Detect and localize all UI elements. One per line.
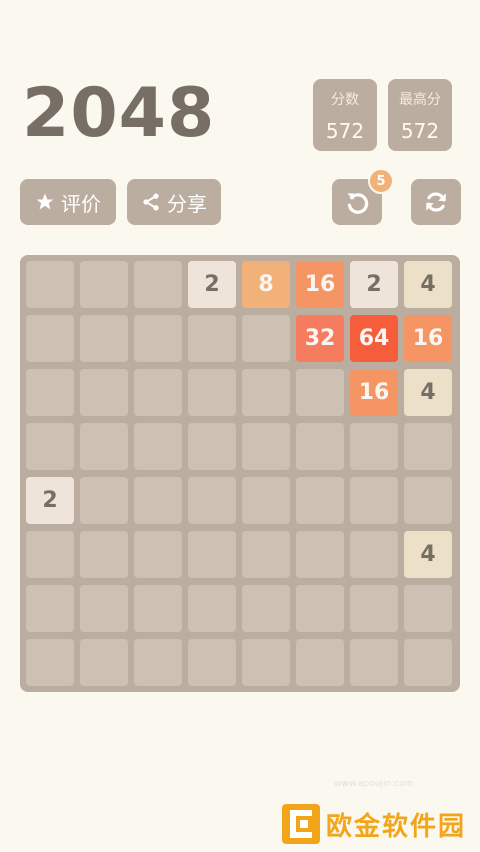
empty-cell bbox=[134, 423, 182, 470]
empty-cell bbox=[242, 585, 290, 632]
star-icon bbox=[35, 192, 55, 212]
share-label: 分享 bbox=[167, 191, 207, 216]
empty-cell bbox=[80, 315, 128, 362]
empty-cell bbox=[242, 369, 290, 416]
empty-cell bbox=[80, 423, 128, 470]
tile: 4 bbox=[404, 531, 452, 578]
game-board[interactable]: 2 8 16 2 4 32 64 16 16 4 2 4 bbox=[20, 255, 460, 692]
tile: 2 bbox=[26, 477, 74, 524]
empty-cell bbox=[296, 423, 344, 470]
empty-cell bbox=[350, 477, 398, 524]
empty-cell bbox=[296, 369, 344, 416]
refresh-icon bbox=[423, 189, 449, 215]
rate-label: 评价 bbox=[61, 191, 101, 216]
tile: 16 bbox=[296, 261, 344, 308]
empty-cell bbox=[188, 477, 236, 524]
share-button[interactable]: 分享 bbox=[127, 179, 221, 225]
empty-cell bbox=[134, 639, 182, 686]
empty-cell bbox=[80, 477, 128, 524]
tile: 2 bbox=[350, 261, 398, 308]
empty-cell bbox=[242, 639, 290, 686]
empty-cell bbox=[242, 531, 290, 578]
empty-cell bbox=[80, 369, 128, 416]
empty-cell bbox=[404, 585, 452, 632]
empty-cell bbox=[404, 423, 452, 470]
empty-cell bbox=[134, 261, 182, 308]
empty-cell bbox=[26, 423, 74, 470]
tile: 16 bbox=[404, 315, 452, 362]
empty-cell bbox=[80, 585, 128, 632]
empty-cell bbox=[350, 585, 398, 632]
empty-cell bbox=[188, 369, 236, 416]
empty-cell bbox=[188, 423, 236, 470]
empty-cell bbox=[26, 315, 74, 362]
empty-cell bbox=[350, 423, 398, 470]
undo-icon bbox=[344, 189, 370, 215]
watermark: 欧金软件园 bbox=[282, 804, 466, 844]
watermark-text: 欧金软件园 bbox=[326, 811, 467, 842]
empty-cell bbox=[296, 477, 344, 524]
empty-cell bbox=[134, 315, 182, 362]
empty-cell bbox=[188, 585, 236, 632]
empty-cell bbox=[26, 585, 74, 632]
empty-cell bbox=[26, 261, 74, 308]
undo-count-badge: 5 bbox=[368, 168, 394, 194]
best-score-value: 572 bbox=[400, 119, 440, 143]
empty-cell bbox=[404, 639, 452, 686]
score-label: 分数 bbox=[331, 92, 359, 108]
empty-cell bbox=[242, 315, 290, 362]
empty-cell bbox=[134, 369, 182, 416]
empty-cell bbox=[26, 369, 74, 416]
tile: 8 bbox=[242, 261, 290, 308]
tile: 4 bbox=[404, 369, 452, 416]
score-value: 572 bbox=[325, 119, 365, 143]
tile: 2 bbox=[188, 261, 236, 308]
watermark-logo-icon bbox=[282, 804, 320, 844]
empty-cell bbox=[350, 639, 398, 686]
empty-cell bbox=[350, 531, 398, 578]
empty-cell bbox=[134, 585, 182, 632]
tile: 64 bbox=[350, 315, 398, 362]
restart-button[interactable] bbox=[411, 179, 461, 225]
empty-cell bbox=[296, 531, 344, 578]
rate-button[interactable]: 评价 bbox=[20, 179, 116, 225]
game-title: 2048 bbox=[22, 74, 216, 153]
empty-cell bbox=[134, 477, 182, 524]
empty-cell bbox=[26, 531, 74, 578]
empty-cell bbox=[188, 315, 236, 362]
score-box: 分数 572 bbox=[313, 79, 377, 151]
best-score-label: 最高分 bbox=[399, 92, 441, 108]
empty-cell bbox=[296, 639, 344, 686]
tile: 16 bbox=[350, 369, 398, 416]
empty-cell bbox=[134, 531, 182, 578]
tile: 32 bbox=[296, 315, 344, 362]
empty-cell bbox=[80, 639, 128, 686]
empty-cell bbox=[188, 531, 236, 578]
empty-cell bbox=[80, 531, 128, 578]
empty-cell bbox=[296, 585, 344, 632]
empty-cell bbox=[404, 477, 452, 524]
watermark-url: www.apoujin.com bbox=[334, 779, 414, 789]
share-icon bbox=[141, 192, 161, 212]
empty-cell bbox=[26, 639, 74, 686]
empty-cell bbox=[242, 423, 290, 470]
best-score-box: 最高分 572 bbox=[388, 79, 452, 151]
empty-cell bbox=[80, 261, 128, 308]
empty-cell bbox=[242, 477, 290, 524]
empty-cell bbox=[188, 639, 236, 686]
tile: 4 bbox=[404, 261, 452, 308]
